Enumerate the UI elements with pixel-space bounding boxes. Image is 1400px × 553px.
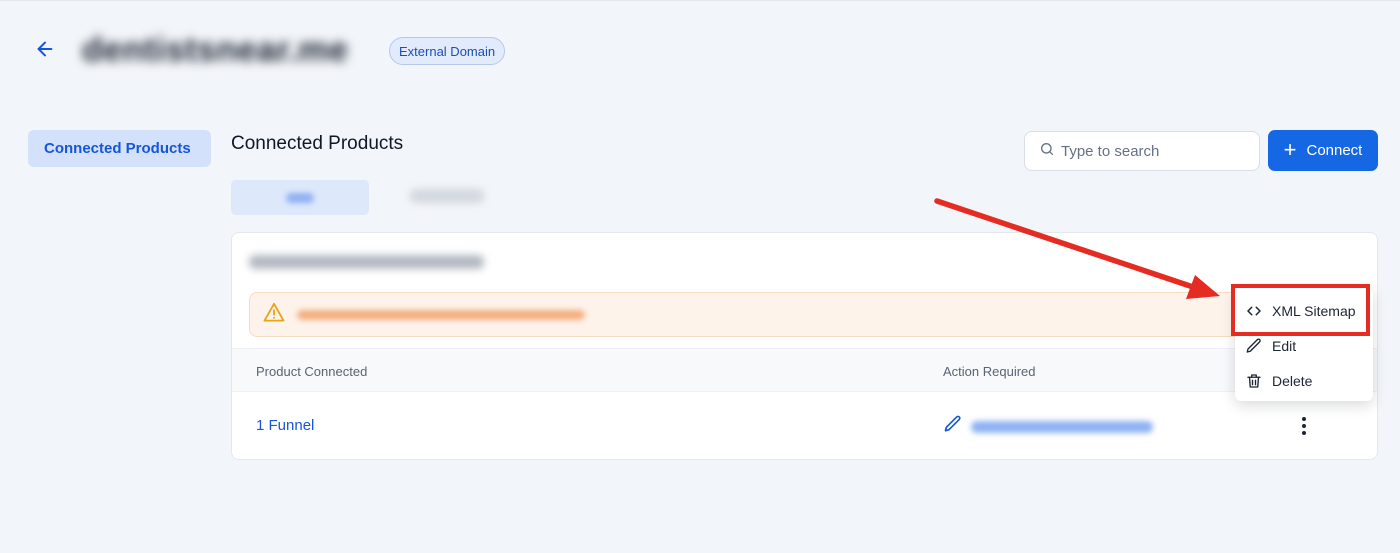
menu-item-label: Edit [1272,337,1297,354]
filter-tab-active[interactable] [231,180,369,215]
funnel-link[interactable]: 1 Funnel [256,417,314,434]
arrow-left-icon [34,38,56,65]
top-divider [0,0,1400,1]
menu-item-label: XML Sitemap [1272,302,1356,319]
blurred-tab-label [286,192,314,203]
blurred-warning-text [297,309,585,320]
column-header-product: Product Connected [256,364,368,379]
page-title: dentistsnear.me [82,31,349,69]
blurred-subdomain [249,255,484,269]
warning-icon [263,302,285,327]
sidebar-item-connected-products[interactable]: Connected Products [28,130,211,167]
pencil-icon [1245,337,1263,355]
filter-tab-blurred[interactable] [410,189,484,203]
pencil-icon [943,414,963,439]
menu-item-edit[interactable]: Edit [1235,328,1373,363]
section-title: Connected Products [231,133,404,154]
connected-products-card: Product Connected Action Required 1 Funn… [231,232,1378,460]
code-icon [1245,302,1263,320]
blurred-action-text [971,420,1153,433]
search-box[interactable] [1024,131,1260,171]
trash-icon [1245,372,1263,390]
table-row: 1 Funnel [232,392,1377,459]
connect-button-label: Connect [1306,142,1363,159]
plus-icon: + [1283,136,1297,162]
more-options-icon[interactable] [1294,412,1314,440]
connect-button[interactable]: + Connect [1268,130,1378,171]
external-domain-badge: External Domain [389,37,506,65]
action-required-link[interactable] [943,414,1153,439]
warning-banner [249,292,1361,337]
back-button[interactable] [30,36,60,66]
row-actions-menu: XML Sitemap Edit Delete [1235,288,1373,401]
column-header-action: Action Required [943,364,1036,379]
menu-item-label: Delete [1272,372,1313,389]
search-icon [1039,141,1055,162]
search-input[interactable] [1061,142,1251,160]
menu-item-xml-sitemap[interactable]: XML Sitemap [1235,293,1373,328]
table-header: Product Connected Action Required [232,348,1377,392]
menu-item-delete[interactable]: Delete [1235,363,1373,398]
